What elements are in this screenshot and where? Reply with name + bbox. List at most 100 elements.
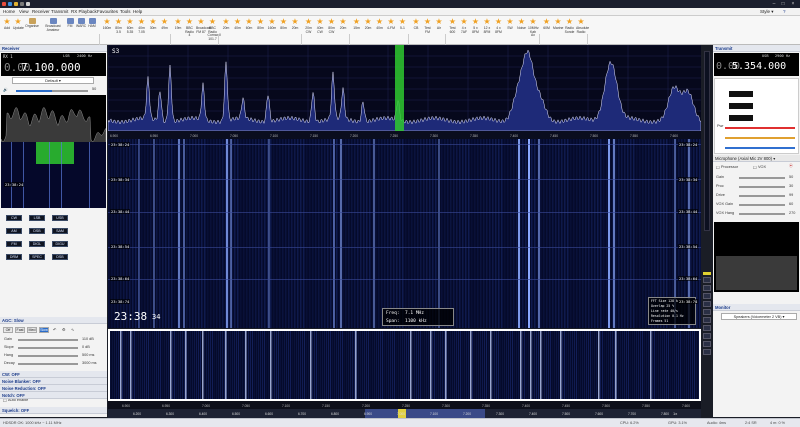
rx-vfo-display[interactable]: RX 1 LSB 2400 Hz 0.00 7.100.000 (1, 53, 106, 76)
agc-slow-button[interactable]: Slow (39, 327, 49, 333)
broadcast-amateur-button[interactable]: Broadcast Amateur (42, 18, 64, 40)
favourite-button[interactable]: ★ Marine (553, 18, 563, 40)
agc-slider[interactable] (18, 355, 78, 357)
agc-med-button[interactable]: Med (27, 327, 37, 333)
minimize-icon[interactable]: – (770, 1, 778, 7)
maximize-icon[interactable]: □ (779, 1, 787, 7)
settings-icon[interactable]: ⚙ (62, 327, 65, 332)
favourite-button[interactable]: ★ 15m (352, 18, 362, 40)
favourite-button[interactable]: ★ 40m (233, 18, 243, 40)
strip-button[interactable] (703, 309, 711, 315)
favourite-button[interactable]: ★ 20m (290, 18, 300, 40)
favourite-button[interactable]: ★ 30m (148, 18, 158, 40)
agc-off-button[interactable]: Off (3, 327, 13, 333)
menu-receiver[interactable]: Receiver (32, 9, 50, 14)
close-icon[interactable]: × (789, 1, 797, 7)
strip-button[interactable] (703, 333, 711, 339)
favourite-button[interactable]: ★ Noise (517, 18, 527, 40)
mode-button[interactable]: AM (6, 228, 22, 234)
mode-button[interactable]: SAM (52, 228, 68, 234)
favourite-button[interactable]: ★ SW (505, 18, 515, 40)
favourite-button[interactable]: ★ Broadcast FM 87 (196, 18, 211, 40)
section-header[interactable]: Noise Reduction: OFF (0, 385, 107, 392)
favourite-button[interactable]: ★ 60M (542, 18, 552, 40)
section-header[interactable]: Squelch: OFF (0, 407, 107, 414)
favourite-button[interactable]: ★ 5 x 8FM (471, 18, 481, 40)
tx-slider[interactable] (739, 177, 785, 179)
favourite-button[interactable]: ★ 20m (221, 18, 231, 40)
favourite-button[interactable]: ★ 20m CW (304, 18, 314, 40)
favourite-button[interactable]: ★ Absolute Radio (576, 18, 589, 40)
menu-tools[interactable]: Tools (120, 9, 131, 14)
add-favourite-button[interactable]: ★ Add (2, 18, 12, 40)
mini-waterfall[interactable] (1, 142, 106, 208)
favourite-button[interactable]: ★ 160m (102, 18, 112, 40)
section-header[interactable]: CW: OFF (0, 371, 107, 378)
agc-slider[interactable] (18, 363, 78, 365)
mode-button[interactable]: DSB (29, 228, 45, 234)
bottom-frequency-bar[interactable]: 6.200 6.300 6.400 6.500 6.600 6.700 6.800 6.900… (108, 409, 701, 418)
strip-button[interactable] (703, 325, 711, 331)
favourite-button[interactable]: ★ Test 600 (448, 18, 458, 40)
favourite-button[interactable]: ★ BBC Radio Cornwall 101.7 (208, 18, 221, 41)
record-icon[interactable]: ⦿ (789, 164, 793, 169)
menu-view[interactable]: View (19, 9, 29, 14)
mode-button[interactable]: SPEC (29, 254, 45, 260)
agc-slider[interactable] (18, 347, 78, 349)
processor-checkbox[interactable]: ☐ (716, 165, 719, 170)
zoom-level[interactable]: 1x (673, 411, 677, 416)
strip-button[interactable] (703, 317, 711, 323)
style-dropdown[interactable]: Style ▾ (760, 9, 774, 15)
spectrum-display[interactable]: 6.900 6.950 7.000 7.050 7.100 7.150 7.200 7.250… (107, 44, 709, 139)
menu-transmit[interactable]: Transmit (51, 9, 68, 14)
favourite-button[interactable]: ★ Radio Sonde (565, 18, 575, 40)
ham-band-button[interactable]: HAM (87, 18, 97, 40)
agc-fast-button[interactable]: Fast (15, 327, 25, 333)
favourite-button[interactable]: ★ 10MHz Kab Ax (528, 18, 539, 40)
organise-favourites-button[interactable]: Organise (25, 18, 39, 40)
strip-button[interactable] (703, 301, 711, 307)
profile-select[interactable]: Default ▾ (12, 77, 94, 84)
tx-slider[interactable] (739, 195, 785, 197)
menu-rx-playback[interactable]: RX Playback (71, 9, 97, 14)
strip-button[interactable] (703, 277, 711, 283)
mode-button[interactable]: DIGU (52, 241, 68, 247)
favourite-button[interactable]: ★ CB (411, 18, 421, 40)
strip-button[interactable] (703, 293, 711, 299)
menu-help[interactable]: Help (133, 9, 142, 14)
favourite-button[interactable]: ★ 4-FM (386, 18, 396, 40)
tx-slider[interactable] (739, 186, 785, 188)
strip-button[interactable] (703, 285, 711, 291)
favourite-button[interactable]: ★ 40m CW (315, 18, 325, 40)
favourite-button[interactable]: ★ 19m (173, 18, 183, 40)
quick-settings-icon[interactable] (20, 2, 24, 6)
mode-button[interactable]: CW (6, 215, 22, 221)
agc-slider[interactable] (18, 339, 78, 341)
menu-home[interactable]: Home (3, 9, 15, 14)
favourite-button[interactable]: ★ 49m (160, 18, 170, 40)
fm-band-button[interactable]: FM (65, 18, 75, 40)
mode-button[interactable]: DSB (52, 254, 68, 260)
section-header[interactable]: Notch: OFF (0, 392, 107, 399)
favourite-button[interactable]: ★ 160m (267, 18, 277, 40)
favourite-button[interactable]: ★ 40m (375, 18, 385, 40)
favourite-button[interactable]: ★ 12 x 8FM (482, 18, 492, 40)
menu-favourites[interactable]: Favourites (97, 9, 118, 14)
help-icon[interactable]: ? (783, 9, 786, 14)
favourite-button[interactable]: ★ 20m (338, 18, 348, 40)
strip-button[interactable] (703, 349, 711, 355)
mode-button[interactable]: USB (52, 215, 68, 221)
mode-button[interactable]: LSB (29, 215, 45, 221)
zoom-waterfall[interactable] (108, 329, 701, 401)
rx-passband[interactable] (395, 45, 404, 139)
favourite-button[interactable]: ★ 4 x 8FM (494, 18, 504, 40)
vox-checkbox[interactable]: ☐ (753, 165, 756, 170)
strip-button[interactable] (703, 341, 711, 347)
favourite-button[interactable]: ★ Test FM (423, 18, 433, 40)
favourite-button[interactable]: ★ 20m (363, 18, 373, 40)
quick-star-icon[interactable] (14, 2, 18, 6)
undo-icon[interactable]: ↶ (53, 327, 56, 332)
favourite-button[interactable]: ★ 80m (256, 18, 266, 40)
mode-button[interactable]: DRM (6, 254, 22, 260)
update-favourite-button[interactable]: ★ Update (13, 18, 24, 40)
